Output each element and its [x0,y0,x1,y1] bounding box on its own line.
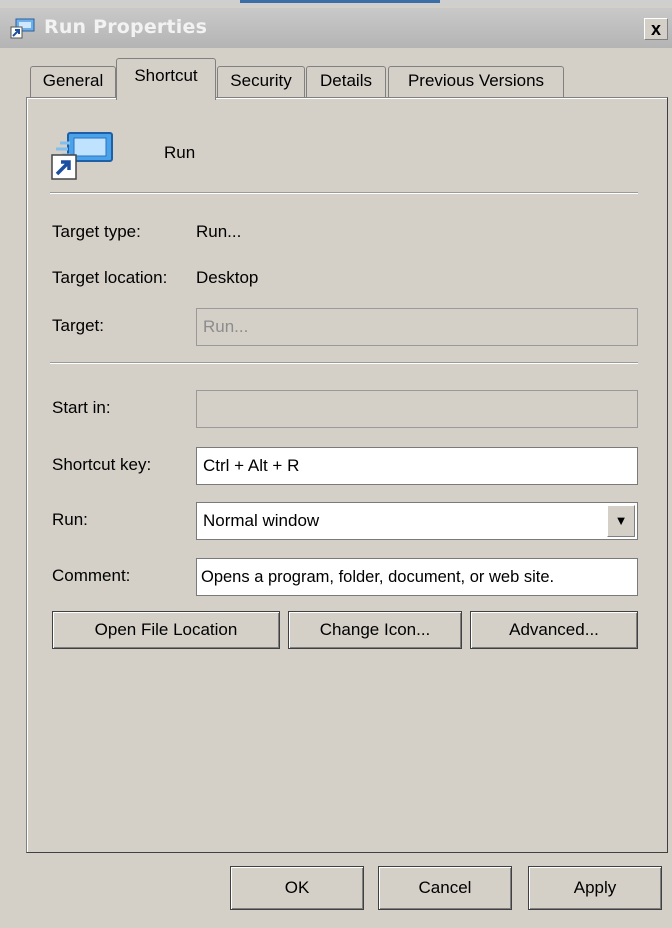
tab-details-label: Details [320,71,372,90]
tab-previous-versions[interactable]: Previous Versions [388,66,564,98]
tab-general-label: General [42,71,104,90]
ok-button[interactable]: OK [230,866,364,910]
tab-details[interactable]: Details [306,66,386,98]
desktop-strip-accent [240,0,440,3]
cancel-button[interactable]: Cancel [378,866,512,910]
tab-general[interactable]: General [30,66,116,98]
tab-previous-versions-label: Previous Versions [407,71,545,90]
title-bar[interactable]: Run Properties x [0,8,672,48]
apply-button[interactable]: Apply [528,866,662,910]
tab-shortcut[interactable]: Shortcut [116,58,216,100]
window-title: Run Properties [44,16,208,38]
desktop-strip [0,0,672,6]
shortcut-title-icon [10,18,35,39]
tab-security-label: Security [230,71,292,90]
tab-shortcut-label: Shortcut [134,66,198,85]
close-button[interactable]: x [644,18,668,40]
tab-security[interactable]: Security [217,66,305,98]
shortcut-tab-panel [26,97,668,853]
